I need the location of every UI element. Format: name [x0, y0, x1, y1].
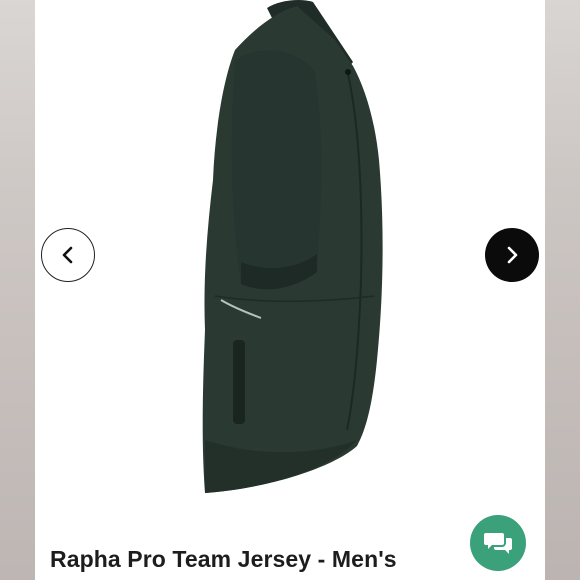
left-backdrop — [0, 0, 35, 580]
jersey-image — [202, 0, 383, 493]
carousel-prev-button[interactable] — [41, 228, 95, 282]
product-title: Rapha Pro Team Jersey - Men's — [50, 546, 397, 572]
chevron-right-icon — [507, 246, 518, 264]
chat-bubbles-icon — [484, 533, 512, 554]
chevron-left-icon — [62, 246, 73, 264]
carousel-next-button[interactable] — [485, 228, 539, 282]
right-backdrop — [545, 0, 580, 580]
chat-button[interactable] — [470, 515, 526, 571]
product-image-area — [35, 0, 545, 540]
